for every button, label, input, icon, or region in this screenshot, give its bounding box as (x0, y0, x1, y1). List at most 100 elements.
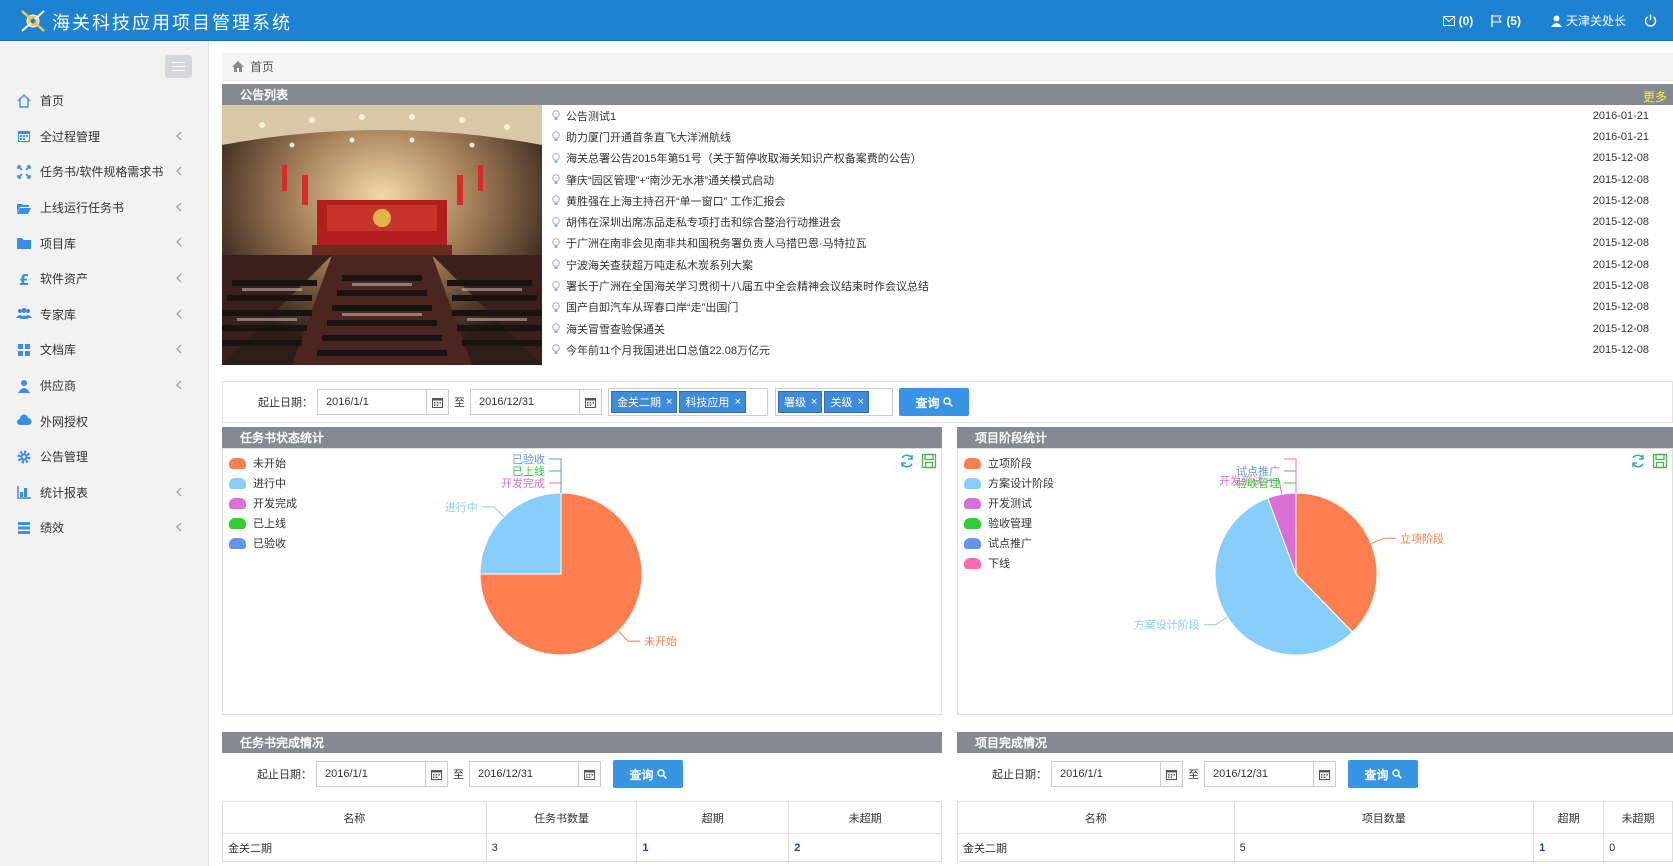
messages-link[interactable]: (0) (1442, 14, 1473, 28)
query-button-label: 查询 (915, 395, 940, 410)
flags-link[interactable]: (5) (1491, 14, 1521, 28)
remove-tag-icon[interactable]: × (811, 396, 817, 408)
start-date-input[interactable]: 2016/1/1 (316, 761, 448, 787)
sidebar-item-documents[interactable]: 文档库 (0, 332, 209, 368)
sidebar-item-label: 外网授权 (40, 414, 89, 429)
sidebar-item-label: 统计报表 (40, 485, 89, 500)
sidebar-item-experts[interactable]: 专家库 (0, 297, 209, 333)
breadcrumb-home[interactable]: 首页 (250, 58, 274, 75)
sidebar-item-suppliers[interactable]: 供应商 (0, 368, 209, 404)
column-header[interactable]: 项目数量 (1233, 801, 1535, 834)
tag-chip: 科技应用 × (679, 391, 746, 413)
column-header[interactable]: 任务书数量 (485, 801, 638, 834)
list-item[interactable]: 海关冒雪查验保通关 2015-12-08 (552, 318, 1673, 339)
sidebar-item-performance[interactable]: 绩效 (0, 510, 209, 546)
start-date-value: 2016/1/1 (325, 768, 368, 780)
date-range-label: 起止日期： (257, 769, 312, 781)
on-time-count-link[interactable]: 2 (788, 833, 942, 862)
list-item[interactable]: 助力厦门开通首条直飞大洋洲航线 2016-01-21 (552, 126, 1673, 147)
overdue-count-link[interactable]: 1 (636, 833, 790, 862)
end-date-input[interactable]: 2016/12/31 (470, 389, 602, 415)
user-icon (1550, 15, 1562, 27)
chevron-left-icon (176, 237, 182, 247)
to-label: 至 (1188, 769, 1199, 781)
user-icon (18, 379, 30, 393)
users-icon (16, 308, 32, 320)
remove-tag-icon[interactable]: × (666, 396, 672, 408)
sidebar-item-software-assets[interactable]: £ 软件资产 (0, 261, 209, 297)
sidebar-item-project-library[interactable]: 项目库 (0, 225, 209, 261)
calendar-icon[interactable] (1160, 762, 1182, 786)
date-range-label: 起止日期： (992, 769, 1047, 781)
user-menu[interactable]: 天津关处长 (1550, 12, 1626, 29)
list-item[interactable]: 肇庆“园区管理”+“南沙无水港”通关模式启动 2015-12-08 (552, 169, 1673, 190)
pie-slice[interactable] (479, 492, 562, 575)
column-header[interactable]: 未超期 (1603, 801, 1673, 834)
logout-button[interactable] (1644, 14, 1661, 27)
sidebar-item-online-task[interactable]: 上线运行任务书 (0, 190, 209, 226)
sidebar-item-home[interactable]: 首页 (0, 83, 209, 119)
project-complete-filter: 起止日期： 2016/1/1 至 2016/12/31 查询 (957, 753, 1673, 795)
slice-label: 已上线 (512, 464, 545, 478)
column-header[interactable]: 超期 (636, 801, 790, 834)
search-icon (1391, 769, 1402, 779)
list-item[interactable]: 今年前11个月我国进出口总值22.08万亿元 2015-12-08 (552, 339, 1673, 360)
calendar-icon[interactable] (1313, 762, 1335, 786)
calendar-icon[interactable] (425, 762, 447, 786)
tag-label: 关级 (830, 397, 853, 409)
list-item[interactable]: 于广洲在南非会见南非共和国税务署负责人马措巴恩·马特拉瓦 2015-12-08 (552, 233, 1673, 254)
list-item[interactable]: 黄胜强在上海主持召开“单一窗口” 工作汇报会 2015-12-08 (552, 190, 1673, 211)
lightbulb-icon (552, 259, 560, 270)
remove-tag-icon[interactable]: × (734, 396, 740, 408)
project-type-select[interactable]: 金关二期 × 科技应用 × (608, 388, 768, 416)
start-date-input[interactable]: 2016/1/1 (317, 389, 449, 415)
label-leader-line (1203, 616, 1228, 626)
notice-date: 2015-12-08 (1592, 173, 1649, 186)
remove-tag-icon[interactable]: × (857, 396, 863, 408)
list-item[interactable]: 署长于广洲在全国海关学习贯彻十八届五中全会精神会议结束时作会议总结 2015-1… (552, 275, 1673, 296)
list-item[interactable]: 公告测试1 2016-01-21 (552, 105, 1673, 126)
calendar-icon[interactable] (578, 762, 600, 786)
folder-open-icon (17, 203, 31, 214)
tag-label: 署级 (784, 397, 806, 409)
query-button[interactable]: 查询 (899, 388, 969, 416)
level-select[interactable]: 署级 × 关级 × (775, 388, 893, 416)
sidebar-item-label: 专家库 (40, 307, 77, 322)
lightbulb-icon (552, 110, 560, 121)
list-item[interactable]: 海关总署公告2015年第51号（关于暂停收取海关知识产权备案费的公告） 2015… (552, 148, 1673, 169)
start-date-input[interactable]: 2016/1/1 (1051, 761, 1183, 787)
column-header[interactable]: 名称 (957, 801, 1235, 834)
column-header[interactable]: 名称 (222, 801, 487, 834)
more-link[interactable]: 更多 (1643, 88, 1667, 105)
task-status-pie-chart: 未开始 进行中 开发完成已上线已验收 (445, 452, 677, 656)
sidebar-collapse-button[interactable] (165, 55, 192, 78)
conference-photo (222, 105, 542, 365)
sidebar-item-notice-admin[interactable]: 公告管理 (0, 439, 209, 475)
end-date-input[interactable]: 2016/12/31 (469, 761, 601, 787)
table-cell: 5 (1233, 833, 1535, 862)
calendar-icon[interactable] (579, 390, 601, 414)
sidebar-item-external-auth[interactable]: 外网授权 (0, 403, 209, 439)
customs-logo-icon (21, 10, 45, 32)
notice-title: 公告测试1 (566, 110, 617, 123)
list-item[interactable]: 胡伟在深圳出席冻品走私专项打击和综合整治行动推进会 2015-12-08 (552, 211, 1673, 232)
list-item[interactable]: 宁波海关查获超万吨走私木炭系列大案 2015-12-08 (552, 254, 1673, 275)
overdue-count-link[interactable]: 1 (1533, 833, 1605, 862)
chevron-left-icon (176, 166, 182, 176)
label-leader-line (549, 458, 562, 493)
sidebar-item-process[interactable]: 全过程管理 (0, 119, 209, 155)
main-content: 首页 公告列表 更多 公告测试1 2016-01-21 助力厦门开通首条直飞大洋… (222, 41, 1673, 866)
query-button[interactable]: 查询 (613, 760, 683, 788)
tag-chip: 金关二期 × (611, 391, 678, 413)
column-header[interactable]: 未超期 (788, 801, 942, 834)
notice-date: 2015-12-08 (1592, 322, 1649, 335)
column-header[interactable]: 超期 (1533, 801, 1605, 834)
cloud-icon (17, 414, 32, 426)
sidebar-item-task-spec[interactable]: 任务书/软件规格需求书 (0, 154, 209, 190)
query-button[interactable]: 查询 (1348, 760, 1418, 788)
calendar-icon[interactable] (426, 390, 448, 414)
sidebar-item-reports[interactable]: 统计报表 (0, 475, 209, 511)
stack-icon (18, 521, 30, 534)
list-item[interactable]: 国产自卸汽车从珲春口岸“走”出国门 2015-12-08 (552, 297, 1673, 318)
end-date-input[interactable]: 2016/12/31 (1204, 761, 1336, 787)
